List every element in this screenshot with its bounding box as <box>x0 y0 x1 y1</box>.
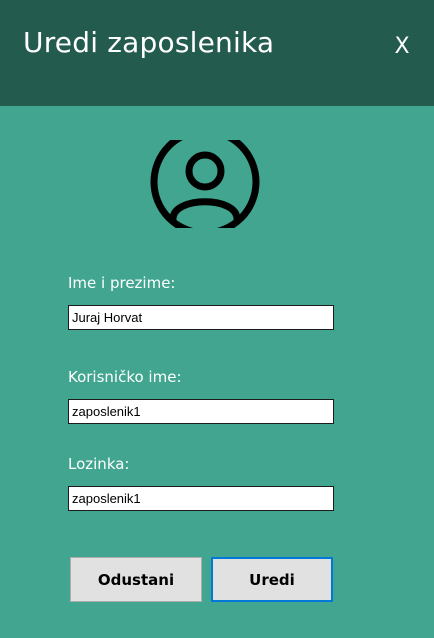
name-input[interactable] <box>68 305 334 330</box>
name-label: Ime i prezime: <box>68 274 176 292</box>
password-input[interactable] <box>68 486 334 511</box>
user-circle-icon <box>150 140 260 228</box>
edit-employee-window: Uredi zaposlenika X Ime i prezime: Koris… <box>0 0 434 638</box>
cancel-button[interactable]: Odustani <box>70 557 202 602</box>
username-input[interactable] <box>68 399 334 424</box>
username-label: Korisničko ime: <box>68 368 182 386</box>
close-button[interactable]: X <box>388 30 416 64</box>
edit-button[interactable]: Uredi <box>211 557 333 602</box>
title-bar: Uredi zaposlenika X <box>0 0 434 106</box>
window-title: Uredi zaposlenika <box>23 26 275 59</box>
password-label: Lozinka: <box>68 455 130 473</box>
